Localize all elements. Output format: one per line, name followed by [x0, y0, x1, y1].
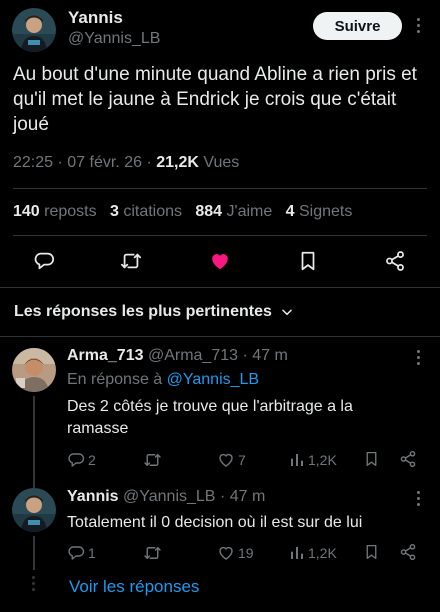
heart-icon [217, 544, 235, 562]
reply-views-button[interactable]: 1,2K [289, 545, 337, 561]
reply-avatar[interactable] [12, 348, 56, 392]
in-reply-handle-link[interactable]: @Yannis_LB [167, 371, 259, 388]
reply-text: Totalement il 0 decision où il est sur d… [67, 514, 363, 531]
repost-icon [143, 451, 162, 469]
reply-like-button[interactable]: 7 [217, 451, 246, 469]
reply-icon [67, 451, 85, 469]
reply-reply-button[interactable]: 1 [67, 544, 96, 562]
tweet-text: Au bout d'une minute quand Abline a rien… [13, 64, 417, 135]
likes-label: J'aime [226, 203, 273, 220]
reply-like-button[interactable]: 19 [217, 544, 254, 562]
divider [13, 235, 427, 236]
author-handle[interactable]: @Yannis_LB [68, 30, 160, 48]
reply-actions: 2 7 1,2K [67, 450, 419, 470]
quotes-label: citations [123, 203, 183, 220]
author-name[interactable]: Yannis [68, 8, 123, 28]
bookmarks-stat[interactable]: 4 Signets [286, 203, 353, 220]
reply-time[interactable]: 47 m [252, 347, 288, 364]
in-reply-to: En réponse à @Yannis_LB [67, 371, 259, 389]
more-icon[interactable] [417, 491, 420, 506]
like-count: 19 [238, 545, 254, 561]
divider [0, 287, 440, 288]
follow-button[interactable]: Suivre [313, 12, 402, 40]
quotes-count: 3 [109, 203, 119, 220]
tweet-stats: 140 reposts 3 citations 884 J'aime 4 Sig… [13, 203, 352, 221]
meta-separator: · [146, 154, 152, 171]
reply-count: 2 [88, 452, 96, 468]
replies-sort-toggle[interactable]: Les réponses les plus pertinentes [14, 303, 294, 321]
reply-reply-button[interactable]: 2 [67, 451, 96, 469]
meta-separator: · [57, 154, 63, 171]
reply-icon [67, 544, 85, 562]
likes-count: 884 [195, 203, 223, 220]
views-icon [289, 452, 305, 468]
reply-avatar[interactable] [12, 488, 56, 532]
reply-views-button[interactable]: 1,2K [289, 452, 337, 468]
bookmarks-count: 4 [285, 203, 295, 220]
heart-icon [217, 451, 235, 469]
tweet-meta: 22:25 · 07 févr. 26 · 21,2K Vues [13, 154, 239, 172]
views-count: 21,2K [156, 154, 199, 171]
reply-author-name[interactable]: Arma_713 [67, 347, 144, 364]
reply-header: Arma_713 @Arma_713 · 47 m [67, 347, 288, 365]
reply-icon[interactable] [33, 250, 55, 272]
views-count: 1,2K [308, 545, 337, 561]
reply-header: Yannis @Yannis_LB · 47 m [67, 488, 265, 506]
reply-author-name[interactable]: Yannis [67, 488, 119, 505]
reply-count: 1 [88, 545, 96, 561]
like-count: 7 [238, 452, 246, 468]
meta-separator: · [242, 347, 248, 364]
views-icon [289, 545, 305, 561]
thread-line [33, 536, 35, 570]
replies-header-label: Les réponses les plus pertinentes [14, 303, 272, 320]
reply-author-handle[interactable]: @Yannis_LB [123, 488, 215, 505]
share-icon[interactable] [384, 250, 406, 272]
reposts-count: 140 [13, 203, 40, 220]
reply-actions: 1 19 1,2K [67, 543, 419, 563]
tweet-time[interactable]: 22:25 [13, 154, 53, 171]
reply-author-handle[interactable]: @Arma_713 [148, 347, 238, 364]
more-icon[interactable] [417, 350, 420, 365]
quotes-stat[interactable]: 3 citations [110, 203, 182, 220]
bookmark-icon[interactable] [363, 543, 380, 561]
show-replies-link[interactable]: Voir les réponses [69, 577, 199, 597]
author-avatar[interactable] [12, 8, 56, 52]
bookmark-icon[interactable] [363, 450, 380, 468]
in-reply-prefix: En réponse à [67, 371, 163, 388]
likes-stat[interactable]: 884 J'aime [195, 203, 272, 220]
repost-icon[interactable] [119, 250, 143, 272]
reply-repost-button[interactable] [143, 544, 165, 562]
share-icon[interactable] [399, 543, 417, 561]
reposts-label: reposts [44, 203, 97, 220]
thread-line [33, 396, 35, 488]
reply-time[interactable]: 47 m [230, 488, 266, 505]
bookmarks-label: Signets [298, 203, 353, 220]
reply-text: Des 2 côtés je trouve que l'arbitrage a … [67, 398, 353, 437]
views-label: Vues [203, 154, 240, 171]
bookmark-icon[interactable] [297, 250, 319, 272]
divider [0, 336, 440, 337]
thread-dots [32, 576, 35, 591]
more-icon[interactable] [417, 18, 420, 33]
chevron-down-icon [280, 305, 294, 319]
heart-icon[interactable] [208, 250, 232, 272]
divider [13, 188, 427, 189]
share-icon[interactable] [399, 450, 417, 468]
reply-repost-button[interactable] [143, 451, 165, 469]
tweet-date[interactable]: 07 févr. 26 [67, 154, 142, 171]
repost-icon [143, 544, 162, 562]
views-count: 1,2K [308, 452, 337, 468]
reposts-stat[interactable]: 140 reposts [13, 203, 97, 220]
meta-separator: · [219, 488, 226, 505]
